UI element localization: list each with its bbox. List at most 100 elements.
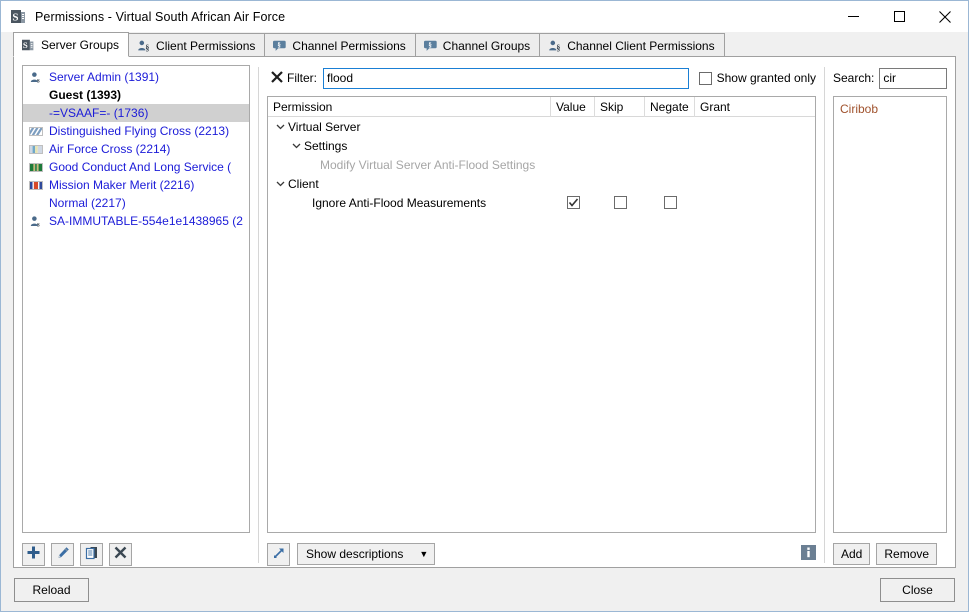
channel-permissions-icon: §	[273, 39, 287, 53]
maximize-button[interactable]	[876, 1, 922, 32]
svg-text:§: §	[428, 40, 432, 48]
table-row[interactable]: Virtual Server	[268, 117, 815, 136]
copy-group-button[interactable]	[80, 543, 103, 566]
server-group-list[interactable]: s Server Admin (1391) Guest (1393) -=VSA…	[22, 65, 250, 533]
show-granted-only-toggle[interactable]: Show granted only	[699, 71, 816, 85]
column-header-negate[interactable]: Negate	[645, 97, 695, 117]
svg-text:§: §	[557, 43, 561, 52]
tab-server-groups[interactable]: S Server Groups	[13, 32, 129, 57]
list-item[interactable]: Ciribob	[834, 100, 946, 117]
table-row[interactable]: Ignore Anti-Flood Measurements	[268, 193, 815, 212]
window-title: Permissions - Virtual South African Air …	[35, 10, 285, 24]
chevron-down-icon[interactable]	[272, 179, 288, 188]
group-label: Good Conduct And Long Service (	[49, 160, 231, 174]
list-item[interactable]: s Server Admin (1391)	[23, 68, 249, 86]
permission-label: Virtual Server	[288, 120, 360, 134]
list-item[interactable]: Mission Maker Merit (2216)	[23, 176, 249, 194]
delete-group-button[interactable]	[109, 543, 132, 566]
x-icon	[271, 71, 283, 86]
tab-client-permissions[interactable]: § Client Permissions	[128, 33, 265, 57]
info-button[interactable]	[800, 546, 816, 562]
list-item[interactable]: Good Conduct And Long Service (	[23, 158, 249, 176]
svg-text:§: §	[145, 43, 149, 52]
tab-label: Channel Permissions	[292, 39, 405, 53]
table-row[interactable]: Client	[268, 174, 815, 193]
tab-channel-groups[interactable]: § Channel Groups	[415, 33, 540, 57]
search-bar: Search:	[833, 65, 947, 91]
reload-button[interactable]: Reload	[14, 578, 89, 602]
server-group-icon: s	[27, 214, 45, 228]
table-header-row: Permission Value Skip Negate Grant	[268, 97, 815, 117]
dialog-footer: Reload Close	[1, 568, 968, 611]
group-actions-toolbar	[22, 533, 250, 567]
svg-text:§: §	[278, 40, 282, 48]
svg-text:S: S	[23, 40, 28, 50]
skip-checkbox[interactable]	[614, 196, 627, 209]
expand-all-button[interactable]	[267, 543, 290, 566]
table-row[interactable]: Modify Virtual Server Anti-Flood Setting…	[268, 155, 815, 174]
window-controls	[830, 1, 968, 32]
minimize-button[interactable]	[830, 1, 876, 32]
expand-arrow-icon	[272, 546, 286, 563]
close-dialog-button[interactable]: Close	[880, 578, 955, 602]
list-item[interactable]: Guest (1393)	[23, 86, 249, 104]
tab-bar: S Server Groups § Client Permissions	[1, 32, 968, 57]
column-header-permission[interactable]: Permission	[268, 97, 551, 117]
tab-label: Client Permissions	[156, 39, 255, 53]
remove-client-button[interactable]: Remove	[876, 543, 937, 565]
show-descriptions-dropdown[interactable]: Show descriptions ▼	[297, 543, 435, 565]
no-icon-placeholder	[27, 88, 45, 102]
filter-input[interactable]	[323, 68, 689, 89]
tab-channel-permissions[interactable]: § Channel Permissions	[264, 33, 415, 57]
close-button[interactable]	[922, 1, 968, 32]
list-item[interactable]: Normal (2217)	[23, 194, 249, 212]
show-granted-only-label: Show granted only	[717, 71, 816, 85]
plus-icon	[27, 546, 40, 562]
medal-icon	[27, 160, 45, 174]
permissions-window: S Permissions - Virtual South African Ai…	[0, 0, 969, 612]
chevron-down-icon[interactable]	[272, 122, 288, 131]
edit-group-button[interactable]	[51, 543, 74, 566]
group-label: Normal (2217)	[49, 196, 126, 210]
pane-divider-right	[824, 67, 825, 563]
chevron-down-icon: ▼	[419, 550, 428, 559]
list-item[interactable]: Air Force Cross (2214)	[23, 140, 249, 158]
no-icon-placeholder	[27, 106, 45, 120]
clear-filter-button[interactable]	[267, 71, 287, 86]
show-granted-only-checkbox[interactable]	[699, 72, 712, 85]
list-item-selected[interactable]: -=VSAAF=- (1736)	[23, 104, 249, 122]
client-results-list[interactable]: Ciribob	[833, 96, 947, 533]
info-icon	[801, 545, 816, 563]
chevron-down-icon[interactable]	[288, 141, 304, 150]
tab-label: Server Groups	[41, 38, 119, 52]
negate-checkbox[interactable]	[664, 196, 677, 209]
client-actions-toolbar: Add Remove	[833, 533, 947, 567]
permission-label: Client	[288, 177, 319, 191]
pane-divider-left	[258, 67, 259, 563]
medal-icon	[27, 178, 45, 192]
table-row[interactable]: Settings	[268, 136, 815, 155]
tab-content-server-groups: s Server Admin (1391) Guest (1393) -=VSA…	[13, 57, 956, 568]
column-header-grant[interactable]: Grant	[695, 97, 815, 117]
group-label: Distinguished Flying Cross (2213)	[49, 124, 229, 138]
column-header-value[interactable]: Value	[551, 97, 595, 117]
server-groups-pane: s Server Admin (1391) Guest (1393) -=VSA…	[22, 65, 250, 567]
tab-channel-client-permissions[interactable]: § Channel Client Permissions	[539, 33, 724, 57]
add-group-button[interactable]	[22, 543, 45, 566]
group-label: Server Admin (1391)	[49, 70, 159, 84]
list-item[interactable]: Distinguished Flying Cross (2213)	[23, 122, 249, 140]
permissions-pane: Filter: Show granted only Permission Val…	[267, 65, 816, 567]
add-client-button[interactable]: Add	[833, 543, 870, 565]
list-item[interactable]: s SA-IMMUTABLE-554e1e1438965 (2	[23, 212, 249, 230]
tab-label: Channel Groups	[443, 39, 530, 53]
column-header-skip[interactable]: Skip	[595, 97, 645, 117]
teamspeak-server-icon: S	[11, 9, 27, 25]
permission-label: Settings	[304, 139, 347, 153]
search-label: Search:	[833, 71, 874, 85]
search-input[interactable]	[879, 68, 947, 89]
svg-text:s: s	[37, 77, 40, 84]
table-body: Virtual Server Settings	[268, 117, 815, 532]
show-descriptions-label: Show descriptions	[306, 547, 403, 561]
value-checkbox[interactable]	[567, 196, 580, 209]
group-label: -=VSAAF=- (1736)	[49, 106, 148, 120]
